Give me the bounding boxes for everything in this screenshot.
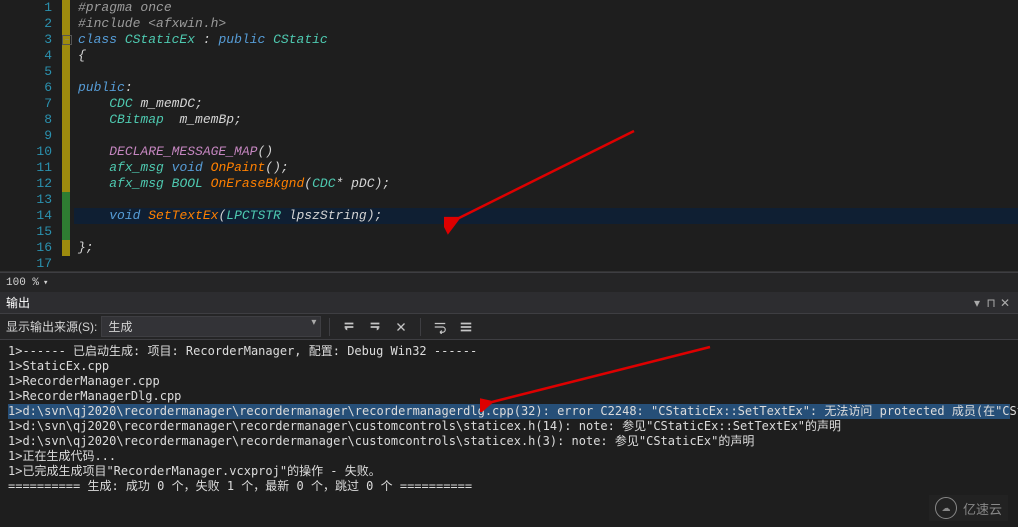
output-line[interactable]: 1>------ 已启动生成: 项目: RecorderManager, 配置:…: [8, 344, 1010, 359]
change-marker: [62, 208, 70, 224]
zoom-level[interactable]: 100 %: [6, 277, 39, 289]
line-number: 17: [0, 256, 52, 272]
output-source-label: 显示输出来源(S):: [6, 318, 97, 335]
change-marker: [62, 48, 70, 64]
close-icon[interactable]: ✕: [998, 296, 1012, 310]
output-line[interactable]: 1>正在生成代码...: [8, 449, 1010, 464]
code-line[interactable]: [74, 256, 1018, 272]
line-number: 2: [0, 16, 52, 32]
word-wrap-icon[interactable]: [429, 317, 451, 337]
change-marker: [62, 176, 70, 192]
change-marker: [62, 160, 70, 176]
zoom-dropdown-icon[interactable]: ▾: [43, 278, 48, 288]
change-marker: [62, 224, 70, 240]
code-line[interactable]: CDC m_memDC;: [74, 96, 1018, 112]
line-number: 10: [0, 144, 52, 160]
output-title: 输出: [6, 294, 30, 311]
code-line[interactable]: [74, 224, 1018, 240]
change-marker: [62, 0, 70, 16]
line-number: 6: [0, 80, 52, 96]
line-number: 5: [0, 64, 52, 80]
clear-icon[interactable]: [390, 317, 412, 337]
code-line[interactable]: afx_msg void OnPaint();: [74, 160, 1018, 176]
code-line[interactable]: public:: [74, 80, 1018, 96]
change-marker: [62, 128, 70, 144]
code-line[interactable]: [74, 64, 1018, 80]
goto-prev-icon[interactable]: [338, 317, 360, 337]
zoom-bar: 100 % ▾: [0, 272, 1018, 292]
line-number: 16: [0, 240, 52, 256]
output-body[interactable]: 1>------ 已启动生成: 项目: RecorderManager, 配置:…: [0, 340, 1018, 527]
code-line[interactable]: class CStaticEx : public CStatic: [74, 32, 1018, 48]
watermark-logo-icon: ☁: [935, 497, 957, 519]
change-marker: [62, 80, 70, 96]
output-line[interactable]: 1>d:\svn\qj2020\recordermanager\recorder…: [8, 434, 1010, 449]
toolbar-separator: [420, 318, 421, 336]
change-marker: [62, 64, 70, 80]
output-line[interactable]: 1>已完成生成项目"RecorderManager.vcxproj"的操作 - …: [8, 464, 1010, 479]
goto-next-icon[interactable]: [364, 317, 386, 337]
line-number: 15: [0, 224, 52, 240]
output-line[interactable]: 1>RecorderManagerDlg.cpp: [8, 389, 1010, 404]
output-line[interactable]: 1>d:\svn\qj2020\recordermanager\recorder…: [8, 419, 1010, 434]
code-line[interactable]: };: [74, 240, 1018, 256]
code-line[interactable]: DECLARE_MESSAGE_MAP(): [74, 144, 1018, 160]
output-line[interactable]: 1>StaticEx.cpp: [8, 359, 1010, 374]
line-number: 11: [0, 160, 52, 176]
output-line[interactable]: ========== 生成: 成功 0 个，失败 1 个，最新 0 个，跳过 0…: [8, 479, 1010, 494]
change-marker: [62, 192, 70, 208]
code-content[interactable]: #pragma once#include <afxwin.h>−class CS…: [74, 0, 1018, 271]
code-line[interactable]: #include <afxwin.h>: [74, 16, 1018, 32]
pin-icon[interactable]: ⊓: [984, 296, 998, 310]
change-marker: [62, 144, 70, 160]
output-panel-header: 输出 ▾ ⊓ ✕: [0, 292, 1018, 314]
line-number: 13: [0, 192, 52, 208]
code-line[interactable]: {: [74, 48, 1018, 64]
output-source-value: 生成: [108, 320, 132, 334]
code-line[interactable]: [74, 128, 1018, 144]
change-marker: [62, 256, 70, 272]
output-toolbar: 显示输出来源(S): 生成: [0, 314, 1018, 340]
change-marker: [62, 112, 70, 128]
change-marker: [62, 16, 70, 32]
change-marker: [62, 96, 70, 112]
change-marker: [62, 240, 70, 256]
line-number: 12: [0, 176, 52, 192]
watermark: ☁ 亿速云: [929, 495, 1008, 521]
code-line[interactable]: [74, 192, 1018, 208]
code-line[interactable]: afx_msg BOOL OnEraseBkgnd(CDC* pDC);: [74, 176, 1018, 192]
line-number: 3: [0, 32, 52, 48]
line-number: 7: [0, 96, 52, 112]
output-line[interactable]: 1>RecorderManager.cpp: [8, 374, 1010, 389]
code-editor[interactable]: 1234567891011121314151617 #pragma once#i…: [0, 0, 1018, 272]
code-line[interactable]: void SetTextEx(LPCTSTR lpszString);: [74, 208, 1018, 224]
toolbar-separator: [329, 318, 330, 336]
line-number: 4: [0, 48, 52, 64]
line-number: 14: [0, 208, 52, 224]
output-line[interactable]: 1>d:\svn\qj2020\recordermanager\recorder…: [8, 404, 1010, 419]
line-number: 9: [0, 128, 52, 144]
line-number-gutter: 1234567891011121314151617: [0, 0, 60, 271]
dropdown-icon[interactable]: ▾: [970, 296, 984, 310]
line-number: 8: [0, 112, 52, 128]
fold-toggle-icon[interactable]: −: [62, 35, 72, 45]
watermark-text: 亿速云: [963, 499, 1002, 518]
code-line[interactable]: CBitmap m_memBp;: [74, 112, 1018, 128]
code-line[interactable]: #pragma once: [74, 0, 1018, 16]
output-source-combo[interactable]: 生成: [101, 316, 321, 337]
toggle-icon[interactable]: [455, 317, 477, 337]
line-number: 1: [0, 0, 52, 16]
